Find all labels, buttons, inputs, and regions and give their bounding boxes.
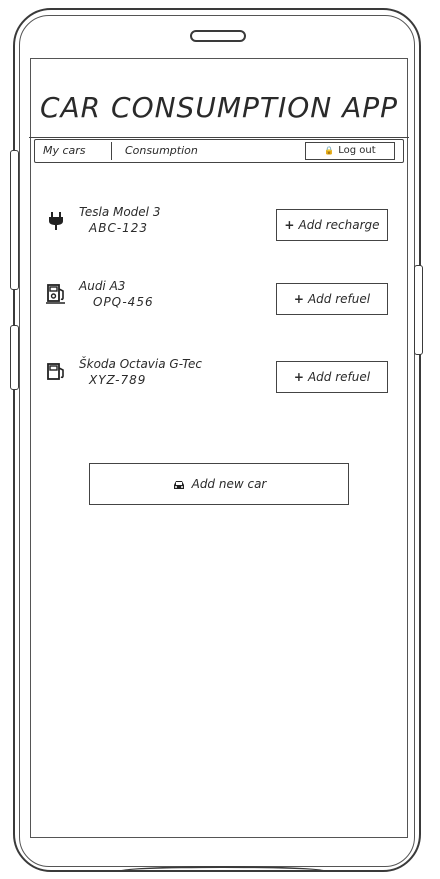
- car-plate: XYZ-789: [89, 373, 147, 387]
- car-name: Audi A3: [79, 279, 126, 293]
- tab-my-cars[interactable]: My cars: [43, 144, 86, 157]
- lock-icon: 🔒: [324, 146, 335, 155]
- plus-icon: +: [284, 218, 295, 232]
- car-item: Tesla Model 3 ABC-123 + Add recharge: [31, 205, 407, 249]
- car-name: Tesla Model 3: [79, 205, 161, 219]
- car-plate: OPQ-456: [93, 295, 154, 309]
- side-button-right: [414, 265, 423, 355]
- logout-button[interactable]: 🔒 Log out: [305, 142, 395, 160]
- nav-bar: My cars Consumption 🔒 Log out: [34, 139, 404, 163]
- car-item: Audi A3 OPQ-456 + Add refuel: [31, 279, 407, 323]
- car-icon: [173, 480, 184, 489]
- tab-separator: [111, 142, 112, 160]
- speaker-slot: [190, 30, 246, 42]
- add-refuel-button[interactable]: + Add refuel: [276, 283, 388, 315]
- add-recharge-button[interactable]: + Add recharge: [276, 209, 388, 241]
- plus-icon: +: [293, 370, 304, 384]
- ev-plug-icon: [49, 212, 63, 230]
- car-item: Škoda Octavia G-Tec XYZ-789 + Add refuel: [31, 357, 407, 401]
- add-refuel-label: Add refuel: [307, 292, 371, 306]
- tab-consumption[interactable]: Consumption: [125, 144, 198, 157]
- logout-label: Log out: [338, 145, 376, 156]
- car-plate: ABC-123: [89, 221, 149, 235]
- side-button-left-top: [10, 150, 19, 290]
- add-new-car-label: Add new car: [191, 477, 267, 491]
- app-title: CAR CONSUMPTION APP: [39, 91, 399, 124]
- fuel-pump-icon: [46, 284, 65, 304]
- title-divider: [29, 137, 409, 138]
- add-recharge-label: Add recharge: [298, 218, 380, 232]
- add-refuel-label: Add refuel: [307, 370, 371, 384]
- add-new-car-button[interactable]: Add new car: [89, 463, 349, 505]
- gas-pump-icon: [47, 363, 64, 380]
- add-refuel-button[interactable]: + Add refuel: [276, 361, 388, 393]
- side-button-left-bottom: [10, 325, 19, 390]
- plus-icon: +: [293, 292, 304, 306]
- app-screen: CAR CONSUMPTION APP My cars Consumption …: [29, 58, 409, 838]
- phone-bottom-edge: [115, 866, 330, 878]
- car-name: Škoda Octavia G-Tec: [79, 357, 202, 371]
